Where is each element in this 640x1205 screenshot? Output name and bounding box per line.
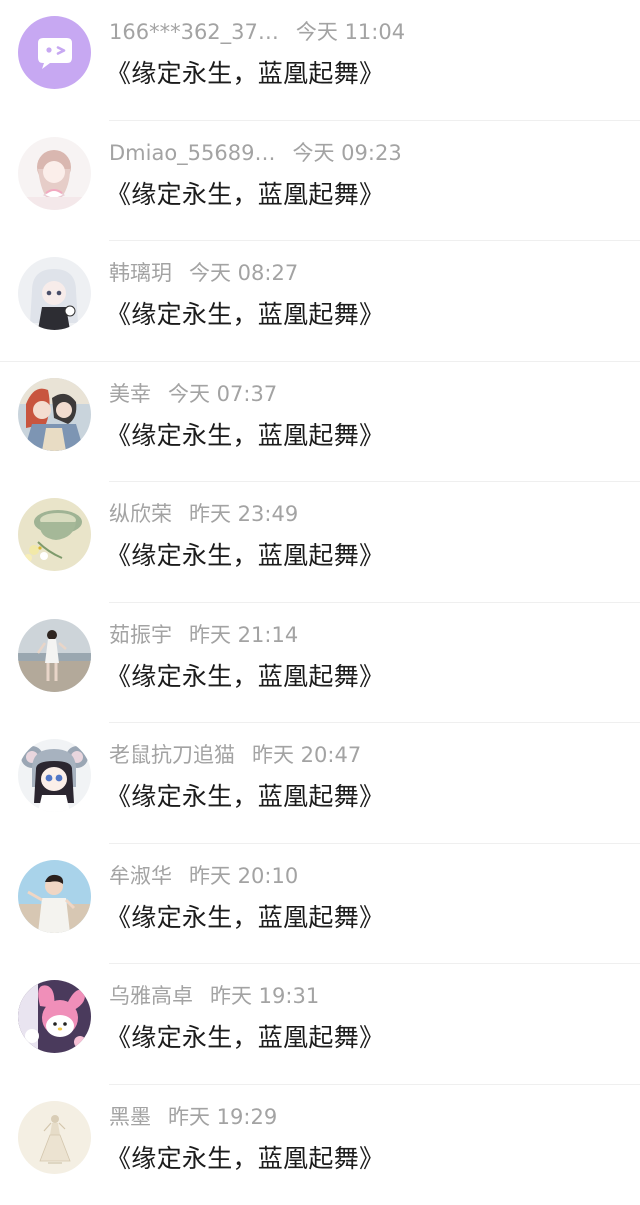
sender-name[interactable]: 乌雅高卓 — [109, 981, 193, 1011]
message-text: 《缘定永生，蓝凰起舞》 — [106, 659, 384, 695]
avatar[interactable] — [18, 498, 91, 571]
message-text: 《缘定永生，蓝凰起舞》 — [106, 1020, 384, 1056]
sender-name[interactable]: 韩璃玥 — [109, 258, 172, 288]
timestamp: 昨天 23:49 — [189, 499, 298, 529]
avatar[interactable] — [18, 16, 91, 89]
my-melody-icon — [18, 980, 91, 1053]
message-text: 《缘定永生，蓝凰起舞》 — [106, 538, 384, 574]
sender-name[interactable]: 黑墨 — [109, 1102, 151, 1132]
sender-name[interactable]: 166***362_37… — [109, 17, 279, 47]
sender-name[interactable]: Dmiao_55689… — [109, 138, 275, 168]
avatar[interactable] — [18, 860, 91, 933]
message-meta: 茹振宇昨天 21:14 — [109, 620, 298, 650]
sender-name[interactable]: 茹振宇 — [109, 620, 172, 650]
sender-name[interactable]: 美幸 — [109, 379, 151, 409]
avatar[interactable] — [18, 137, 91, 210]
list-item[interactable]: 牟淑华昨天 20:10 《缘定永生，蓝凰起舞》 — [0, 844, 640, 965]
timestamp: 昨天 19:29 — [168, 1102, 277, 1132]
message-meta: 牟淑华昨天 20:10 — [109, 861, 298, 891]
list-item[interactable]: 166***362_37… 今天 11:04 《缘定永生，蓝凰起舞》 — [0, 0, 640, 121]
message-meta: 乌雅高卓昨天 19:31 — [109, 981, 319, 1011]
boy-sky-photo-icon — [18, 860, 91, 933]
girl-beach-photo-icon — [18, 619, 91, 692]
message-meta: 166***362_37… 今天 11:04 — [109, 17, 405, 47]
message-text: 《缘定永生，蓝凰起舞》 — [106, 1141, 384, 1177]
avatar[interactable] — [18, 378, 91, 451]
message-text: 《缘定永生，蓝凰起舞》 — [106, 56, 384, 92]
list-item[interactable]: 乌雅高卓昨天 19:31 《缘定永生，蓝凰起舞》 — [0, 964, 640, 1085]
avatar[interactable] — [18, 980, 91, 1053]
timestamp: 今天 09:23 — [292, 138, 401, 168]
timestamp: 今天 11:04 — [296, 17, 405, 47]
list-item[interactable]: 纵欣荣昨天 23:49 《缘定永生，蓝凰起舞》 — [0, 482, 640, 603]
sketch-dress-icon — [18, 1101, 91, 1174]
message-list: 166***362_37… 今天 11:04 《缘定永生，蓝凰起舞》 Dmiao_… — [0, 0, 640, 1205]
message-meta: 黑墨昨天 19:29 — [109, 1102, 277, 1132]
message-text: 《缘定永生，蓝凰起舞》 — [106, 900, 384, 936]
anime-couple-icon — [18, 378, 91, 451]
message-meta: 纵欣荣昨天 23:49 — [109, 499, 298, 529]
anime-girl-bow-icon — [18, 137, 91, 210]
sender-name[interactable]: 牟淑华 — [109, 861, 172, 891]
avatar[interactable] — [18, 257, 91, 330]
message-meta: Dmiao_55689… 今天 09:23 — [109, 138, 402, 168]
anime-girl-white-hair-icon — [18, 257, 91, 330]
avatar[interactable] — [18, 739, 91, 812]
message-text: 《缘定永生，蓝凰起舞》 — [106, 418, 384, 454]
list-item[interactable]: Dmiao_55689… 今天 09:23 《缘定永生，蓝凰起舞》 — [0, 121, 640, 242]
message-meta: 韩璃玥今天 08:27 — [109, 258, 298, 288]
sender-name[interactable]: 老鼠抗刀追猫 — [109, 740, 235, 770]
flower-cup-icon — [18, 498, 91, 571]
message-text: 《缘定永生，蓝凰起舞》 — [106, 297, 384, 333]
timestamp: 昨天 21:14 — [189, 620, 298, 650]
avatar[interactable] — [18, 619, 91, 692]
koala-hood-girl-icon — [18, 739, 91, 812]
list-item[interactable]: 老鼠抗刀追猫昨天 20:47 《缘定永生，蓝凰起舞》 — [0, 723, 640, 844]
chat-bubble-icon — [18, 16, 91, 89]
list-item[interactable]: 茹振宇昨天 21:14 《缘定永生，蓝凰起舞》 — [0, 603, 640, 724]
list-item[interactable]: 韩璃玥今天 08:27 《缘定永生，蓝凰起舞》 — [0, 241, 640, 362]
avatar[interactable] — [18, 1101, 91, 1174]
list-item[interactable]: 黑墨昨天 19:29 《缘定永生，蓝凰起舞》 — [0, 1085, 640, 1205]
timestamp: 昨天 19:31 — [210, 981, 319, 1011]
timestamp: 昨天 20:10 — [189, 861, 298, 891]
message-meta: 美幸今天 07:37 — [109, 379, 277, 409]
message-meta: 老鼠抗刀追猫昨天 20:47 — [109, 740, 361, 770]
message-text: 《缘定永生，蓝凰起舞》 — [106, 779, 384, 815]
list-item[interactable]: 美幸今天 07:37 《缘定永生，蓝凰起舞》 — [0, 362, 640, 483]
timestamp: 昨天 20:47 — [252, 740, 361, 770]
message-text: 《缘定永生，蓝凰起舞》 — [106, 177, 384, 213]
timestamp: 今天 07:37 — [168, 379, 277, 409]
timestamp: 今天 08:27 — [189, 258, 298, 288]
sender-name[interactable]: 纵欣荣 — [109, 499, 172, 529]
